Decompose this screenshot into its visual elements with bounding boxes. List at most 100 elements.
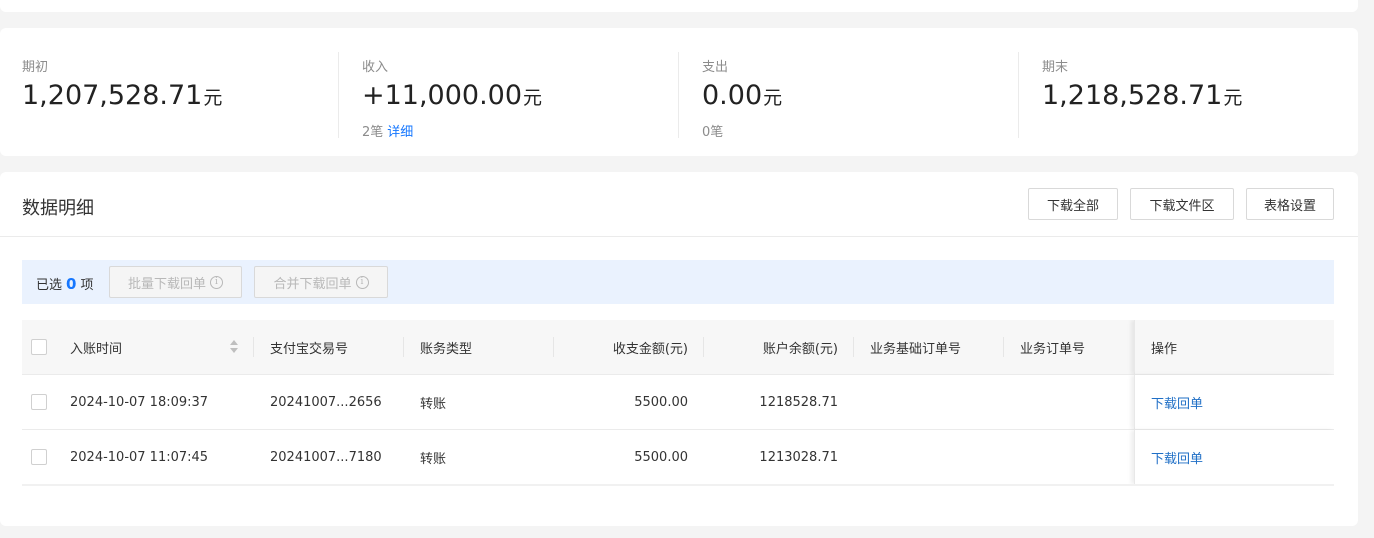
detail-title: 数据明细 xyxy=(22,198,94,219)
summary-closing: 期末 1,218,528.71元 xyxy=(1018,28,1348,156)
summary-opening: 期初 1,207,528.71元 xyxy=(22,28,338,156)
col-trade-no-label: 支付宝交易号 xyxy=(270,341,349,357)
income-amount: +11,000.00 xyxy=(362,80,523,111)
cell-amount: 5500.00 xyxy=(634,449,688,465)
opening-label: 期初 xyxy=(22,60,49,75)
table-row: 2024-10-07 11:07:45 20241007...7180 转账 5… xyxy=(22,429,1334,484)
row-checkbox[interactable] xyxy=(31,394,47,410)
selected-prefix: 已选 xyxy=(36,278,63,293)
col-balance-label: 账户余额(元) xyxy=(762,341,838,357)
cell-base-order xyxy=(870,430,1004,484)
info-circle-icon: i xyxy=(355,275,369,289)
cell-order xyxy=(1020,430,1130,484)
divider xyxy=(678,52,679,138)
summary-expense: 支出 0.00元 0笔 xyxy=(678,28,1018,156)
header-divider xyxy=(0,236,1358,237)
download-receipt-link[interactable]: 下载回单 xyxy=(1151,448,1203,467)
download-all-button[interactable]: 下载全部 xyxy=(1028,188,1118,220)
scroll-left-arrow-icon[interactable]: ◀ xyxy=(22,484,39,486)
income-unit: 元 xyxy=(523,87,543,109)
income-count: 2笔 详细 xyxy=(362,121,413,140)
closing-unit: 元 xyxy=(1223,87,1243,109)
selected-suffix: 项 xyxy=(80,278,94,293)
row-checkbox-cell xyxy=(31,375,61,429)
column-divider xyxy=(403,337,404,357)
summary-income: 收入 +11,000.00元 2笔 详细 xyxy=(338,28,678,156)
income-value: +11,000.00元 xyxy=(362,80,542,111)
opening-unit: 元 xyxy=(203,87,223,109)
cell-amount: 5500.00 xyxy=(634,394,688,410)
download-files-button[interactable]: 下载文件区 xyxy=(1130,188,1234,220)
select-all-checkbox[interactable] xyxy=(31,339,47,355)
col-time-label: 入账时间 xyxy=(70,341,123,357)
col-base-order-label: 业务基础订单号 xyxy=(870,341,962,357)
detail-table: 入账时间 支付宝交易号 账务类型 收支金额(元) 账户余额(元) 业务基础订单号… xyxy=(22,320,1334,486)
expense-value: 0.00元 xyxy=(702,80,782,111)
merge-download-button[interactable]: 合并下载回单 i xyxy=(254,266,388,298)
closing-label: 期末 xyxy=(1042,60,1069,75)
info-circle-icon: i xyxy=(210,275,223,289)
closing-amount: 1,218,528.71 xyxy=(1042,80,1223,111)
col-balance: 账户余额(元) xyxy=(704,320,854,374)
sort-icon[interactable] xyxy=(230,340,238,354)
cell-action: 下载回单 xyxy=(1151,375,1311,429)
opening-amount: 1,207,528.71 xyxy=(22,80,203,111)
merge-download-label: 合并下载回单 xyxy=(273,276,352,292)
table-settings-button[interactable]: 表格设置 xyxy=(1246,188,1334,220)
top-card xyxy=(0,0,1358,12)
col-order-label: 业务订单号 xyxy=(1020,341,1086,357)
selected-count: 0 xyxy=(66,275,77,293)
cell-type: 转账 xyxy=(420,451,447,467)
cell-balance: 1213028.71 xyxy=(759,449,838,465)
col-trade-no: 支付宝交易号 xyxy=(270,320,404,374)
table-header-row: 入账时间 支付宝交易号 账务类型 收支金额(元) 账户余额(元) 业务基础订单号… xyxy=(22,320,1334,374)
cell-base-order xyxy=(870,375,1004,429)
cell-action: 下载回单 xyxy=(1151,430,1311,484)
selected-count-text: 已选 0 项 xyxy=(36,274,93,293)
column-divider xyxy=(1003,337,1004,357)
row-checkbox[interactable] xyxy=(31,449,47,465)
opening-value: 1,207,528.71元 xyxy=(22,80,222,111)
cell-trade-no: 20241007...2656 xyxy=(270,394,382,410)
col-action-label: 操作 xyxy=(1151,341,1178,357)
cell-time: 2024-10-07 18:09:37 xyxy=(70,394,209,410)
cell-trade-no: 20241007...7180 xyxy=(270,449,382,465)
col-type: 账务类型 xyxy=(420,320,554,374)
cell-order xyxy=(1020,375,1130,429)
batch-action-bar: 已选 0 项 批量下载回单 i 合并下载回单 i xyxy=(22,260,1334,304)
expense-label: 支出 xyxy=(702,60,729,75)
col-time[interactable]: 入账时间 xyxy=(70,320,254,374)
income-count-text: 2笔 xyxy=(362,125,384,140)
expense-amount: 0.00 xyxy=(702,80,763,111)
horizontal-scrollbar[interactable]: ◀ ▶ xyxy=(22,484,1334,486)
detail-card: 数据明细 下载全部 下载文件区 表格设置 已选 0 项 批量下载回单 i 合并下载回单… xyxy=(0,172,1358,526)
header-checkbox-cell xyxy=(31,320,61,374)
fixed-action-column: 下载回单 xyxy=(1134,430,1334,484)
col-amount: 收支金额(元) xyxy=(554,320,704,374)
expense-unit: 元 xyxy=(763,87,783,109)
col-type-label: 账务类型 xyxy=(420,341,473,357)
col-base-order: 业务基础订单号 xyxy=(870,320,1004,374)
fixed-action-column: 操作 xyxy=(1134,320,1334,374)
table-row: 2024-10-07 18:09:37 20241007...2656 转账 5… xyxy=(22,374,1334,429)
divider xyxy=(1018,52,1019,138)
expense-count: 0笔 xyxy=(702,125,724,140)
batch-download-button[interactable]: 批量下载回单 i xyxy=(109,266,242,298)
download-receipt-link[interactable]: 下载回单 xyxy=(1151,393,1203,412)
divider xyxy=(338,52,339,138)
column-divider xyxy=(853,337,854,357)
cell-type: 转账 xyxy=(420,396,447,412)
income-label: 收入 xyxy=(362,60,389,75)
col-amount-label: 收支金额(元) xyxy=(612,341,688,357)
col-order: 业务订单号 xyxy=(1020,320,1130,374)
closing-value: 1,218,528.71元 xyxy=(1042,80,1242,111)
fixed-action-column: 下载回单 xyxy=(1134,375,1334,429)
income-detail-link[interactable]: 详细 xyxy=(387,125,413,140)
cell-balance: 1218528.71 xyxy=(759,394,838,410)
row-checkbox-cell xyxy=(31,430,61,484)
summary-card: 期初 1,207,528.71元 收入 +11,000.00元 2笔 详细 支出 … xyxy=(0,28,1358,156)
column-divider xyxy=(253,337,254,357)
batch-download-label: 批量下载回单 xyxy=(127,276,206,292)
scroll-right-arrow-icon[interactable]: ▶ xyxy=(1317,484,1334,486)
cell-time: 2024-10-07 11:07:45 xyxy=(70,449,209,465)
